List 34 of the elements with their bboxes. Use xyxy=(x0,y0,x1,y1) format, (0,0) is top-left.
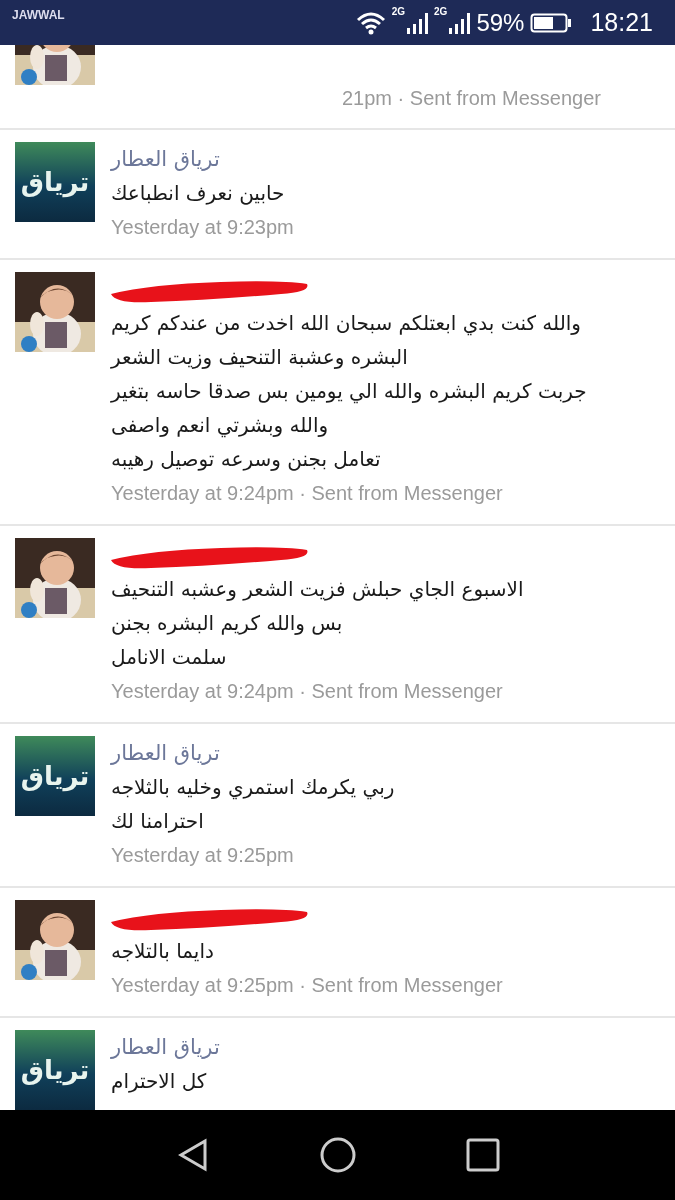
message-timestamp: Yesterday at 9:24pm · Sent from Messenger xyxy=(111,679,504,704)
signal-icon xyxy=(406,11,429,34)
network-type: 2G xyxy=(434,5,448,17)
network-type: 2G xyxy=(391,5,406,17)
sender-name[interactable]: ترياق العطار xyxy=(111,142,220,176)
battery-icon xyxy=(530,11,573,34)
sender-name[interactable]: ترياق العطار xyxy=(111,1030,220,1064)
message-text: حابين نعرف انطباعك xyxy=(111,180,285,207)
message-text: كل الاحترام xyxy=(111,1068,207,1095)
message-timestamp: 21pm · Sent from Messenger xyxy=(341,86,601,111)
page-avatar[interactable]: ترياق xyxy=(15,142,95,222)
message-text: احترامنا لك xyxy=(111,808,204,835)
page-avatar[interactable]: ترياق xyxy=(15,736,95,816)
message-text: ربي يكرمك استمري وخليه بالثلاجه xyxy=(111,774,395,802)
message-timestamp: Yesterday at 9:25pm · Sent from Messenger xyxy=(111,973,503,998)
message-text: والله كنت بدي ابعتلكم سبحان الله اخدت من عندكم كريم xyxy=(111,310,581,338)
carrier-name: JAWWAL xyxy=(12,8,65,22)
page-avatar[interactable]: ترياق xyxy=(15,1030,95,1110)
message-text: والله وبشرتي انعم واصفى xyxy=(111,412,329,440)
message-text: الاسبوع الجاي حبلش فزيت الشعر وعشبه التنحيف xyxy=(111,576,524,604)
signal-icon xyxy=(448,11,471,34)
message-text: بس والله كريم البشره بجنن xyxy=(111,610,343,637)
wifi-icon xyxy=(355,10,386,35)
message-timestamp: Yesterday at 9:25pm xyxy=(111,843,295,868)
sender-name[interactable]: ترياق العطار xyxy=(111,736,220,770)
message-text: البشره وعشبة التنحيف وزيت الشعر xyxy=(111,344,408,371)
message-text: دايما بالتلاجه xyxy=(111,938,214,965)
message-text: تعامل بجنن وسرعه توصيل رهيبه xyxy=(111,446,381,473)
message-text: سلمت الانامل xyxy=(111,644,227,671)
battery-percentage: 59% xyxy=(476,8,525,37)
clock: 18:21 xyxy=(590,8,653,37)
message-timestamp: Yesterday at 9:24pm · Sent from Messenger xyxy=(111,481,504,506)
message-text: جربت كريم البشره والله الي يومين بس صدقا حاسه بتغير xyxy=(111,378,587,406)
message-timestamp: Yesterday at 9:23pm xyxy=(111,215,294,240)
